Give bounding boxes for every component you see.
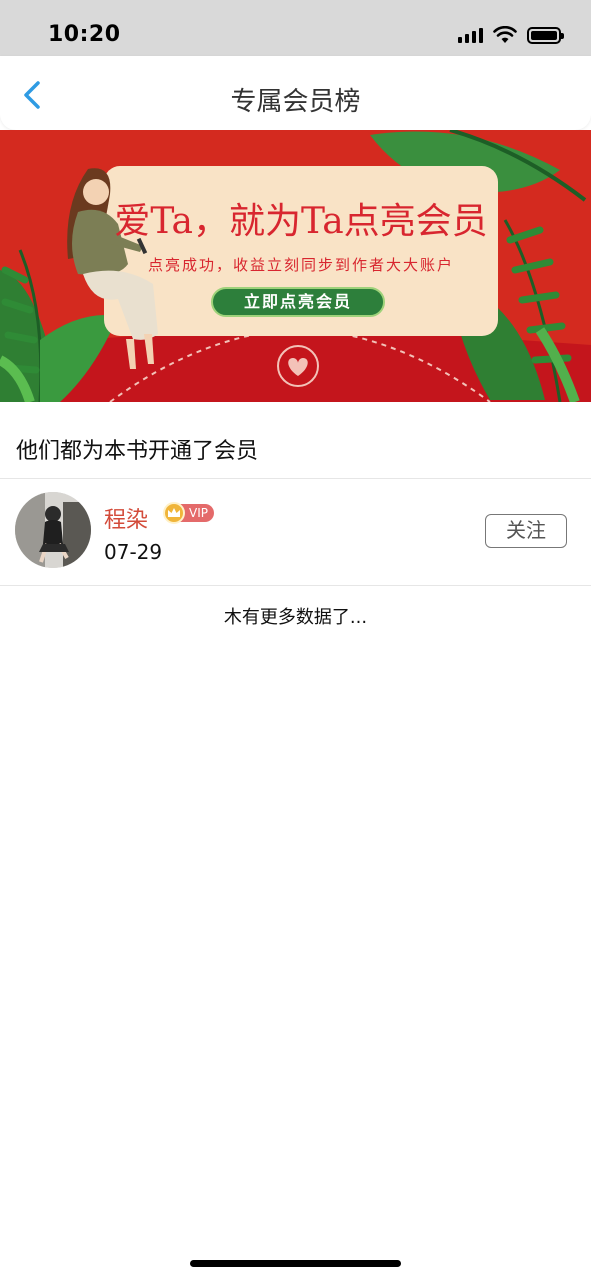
signal-icon — [458, 27, 483, 43]
divider — [0, 585, 591, 586]
banner-headline: 爱Ta，就为Ta点亮会员 — [114, 201, 488, 242]
status-icons — [458, 26, 564, 44]
member-date: 07-29 — [104, 540, 163, 564]
battery-icon — [527, 26, 564, 44]
light-up-membership-button[interactable]: 立即点亮会员 — [211, 287, 385, 317]
page-title: 专属会员榜 — [230, 87, 361, 117]
crown-icon — [163, 502, 185, 524]
nav-bar: 专属会员榜 — [0, 56, 591, 130]
status-bar: 10:20 — [0, 0, 591, 56]
member-name[interactable]: 程染 — [104, 502, 148, 534]
section-title: 他们都为本书开通了会员 — [16, 439, 259, 464]
banner-subline: 点亮成功，收益立刻同步到作者大大账户 — [147, 256, 454, 274]
wifi-icon — [493, 26, 517, 43]
vip-badge: VIP — [163, 502, 214, 524]
no-more-data-text: 木有更多数据了... — [223, 607, 368, 628]
avatar[interactable] — [15, 492, 91, 568]
home-indicator[interactable] — [190, 1260, 401, 1267]
divider — [0, 478, 591, 479]
status-time: 10:20 — [48, 22, 121, 47]
promo-banner[interactable]: 爱Ta，就为Ta点亮会员 点亮成功，收益立刻同步到作者大大账户 立即点亮会员 — [0, 130, 591, 402]
follow-button[interactable]: 关注 — [485, 514, 567, 548]
list-item[interactable]: 程染 VIP 07-29 关注 — [0, 480, 591, 584]
